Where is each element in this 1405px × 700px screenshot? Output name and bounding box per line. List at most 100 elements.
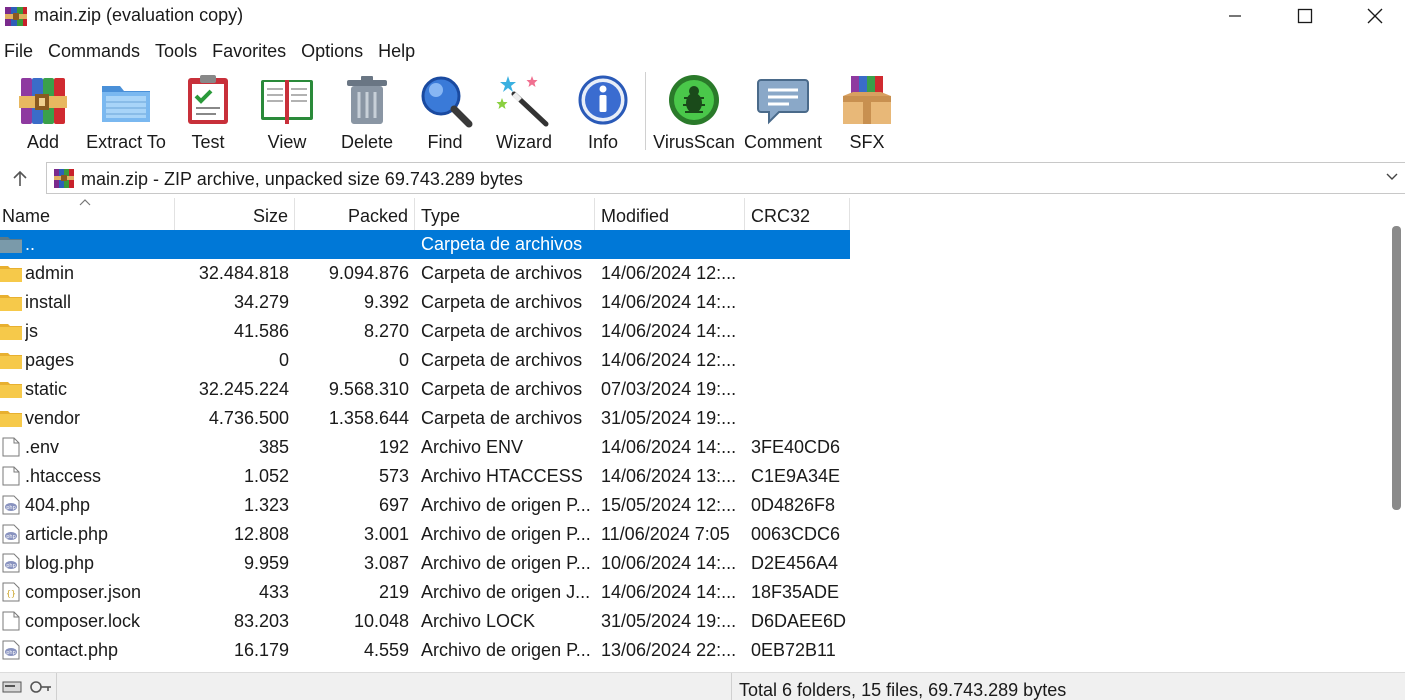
column-header-crc32[interactable]: CRC32 xyxy=(745,198,850,230)
file-size: 16.179 xyxy=(233,640,289,660)
column-header-modified[interactable]: Modified xyxy=(595,198,745,230)
window-title: main.zip (evaluation copy) xyxy=(34,5,244,25)
minimize-button[interactable] xyxy=(1200,0,1270,32)
file-crc32: C1E9A34E xyxy=(751,466,841,486)
json-file-icon: {} xyxy=(2,582,20,602)
column-header-packed[interactable]: Packed xyxy=(295,198,415,230)
extract-to-button[interactable]: Extract To xyxy=(86,72,166,154)
find-button[interactable]: Find xyxy=(416,72,474,154)
scrollbar-thumb[interactable] xyxy=(1392,226,1401,510)
column-header-row: Name Size Packed Type Modified CRC32 xyxy=(0,198,850,230)
file-type: Carpeta de archivos xyxy=(421,379,583,399)
menu-help[interactable]: Help xyxy=(374,38,426,66)
file-name: contact.php xyxy=(25,640,119,660)
find-magnifier-icon xyxy=(421,76,473,128)
view-button[interactable]: View xyxy=(256,72,318,154)
file-packed-size: 1.358.644 xyxy=(328,408,409,428)
address-bar[interactable]: main.zip - ZIP archive, unpacked size 69… xyxy=(46,162,1405,194)
file-name: blog.php xyxy=(25,553,95,573)
file-row[interactable]: .env 385 192 Archivo ENV 14/06/2024 14:... 3F… xyxy=(0,433,850,462)
menu-tools[interactable]: Tools xyxy=(151,38,208,66)
menu-bar: File Commands Tools Favorites Options He… xyxy=(0,38,426,66)
menu-options[interactable]: Options xyxy=(297,38,374,66)
column-header-type[interactable]: Type xyxy=(415,198,595,230)
file-type: Carpeta de archivos xyxy=(421,292,583,312)
file-row[interactable]: {} composer.json 433 219 Archivo de origen J… xyxy=(0,578,850,607)
file-row[interactable]: php 404.php 1.323 697 Archivo de origen P...… xyxy=(0,491,850,520)
wizard-label: Wizard xyxy=(495,132,552,152)
file-row[interactable]: static 32.245.224 9.568.310 Carpeta de arch… xyxy=(0,375,850,404)
address-row: main.zip - ZIP archive, unpacked size 69… xyxy=(0,160,1405,196)
add-button[interactable]: Add xyxy=(14,72,72,154)
delete-button[interactable]: Delete xyxy=(338,72,396,154)
arrow-up-icon xyxy=(13,170,27,186)
file-name: install xyxy=(25,292,72,312)
file-name: pages xyxy=(25,350,75,370)
file-size: 32.245.224 xyxy=(198,379,289,399)
archive-icon xyxy=(54,169,74,188)
view-book-icon xyxy=(261,80,313,124)
wizard-wand-icon xyxy=(496,76,549,127)
file-row[interactable]: vendor 4.736.500 1.358.644 Carpeta de archi… xyxy=(0,404,850,433)
file-type: Carpeta de archivos xyxy=(421,263,583,283)
file-name: 404.php xyxy=(25,495,91,515)
menu-commands[interactable]: Commands xyxy=(44,38,151,66)
file-modified: 14/06/2024 12:... xyxy=(601,263,737,283)
file-name: .env xyxy=(25,437,60,457)
file-packed-size: 3.001 xyxy=(363,524,409,544)
test-button[interactable]: Test xyxy=(182,72,234,154)
info-button[interactable]: Info xyxy=(576,72,630,154)
file-packed-size: 4.559 xyxy=(363,640,409,660)
file-list: Name Size Packed Type Modified CRC32 .. C… xyxy=(0,198,1390,668)
chevron-down-icon[interactable] xyxy=(1385,172,1399,182)
sfx-button[interactable]: SFX xyxy=(836,72,898,154)
file-name: composer.lock xyxy=(25,611,141,631)
file-packed-size: 0 xyxy=(398,350,409,370)
sfx-label: SFX xyxy=(849,132,885,152)
file-crc32: D6DAEE6D xyxy=(751,611,847,631)
extract-to-label: Extract To xyxy=(86,132,166,152)
maximize-button[interactable] xyxy=(1270,0,1340,32)
file-name: article.php xyxy=(25,524,109,544)
menu-favorites[interactable]: Favorites xyxy=(208,38,297,66)
file-modified: 15/05/2024 12:... xyxy=(601,495,737,515)
column-header-name[interactable]: Name xyxy=(0,198,175,230)
extract-folder-icon xyxy=(102,86,150,122)
file-crc32 xyxy=(751,259,847,288)
drive-key-icon[interactable] xyxy=(0,677,54,697)
file-icon xyxy=(2,437,20,457)
comment-button[interactable]: Comment xyxy=(742,72,824,154)
close-button[interactable] xyxy=(1340,0,1405,32)
file-row[interactable]: composer.lock 83.203 10.048 Archivo LOCK 31/… xyxy=(0,607,850,636)
file-row[interactable]: js 41.586 8.270 Carpeta de archivos 14/06/20… xyxy=(0,317,850,346)
file-type: Archivo de origen J... xyxy=(421,582,591,602)
file-size: 41.586 xyxy=(233,321,289,341)
file-packed-size: 8.270 xyxy=(363,321,409,341)
file-type: Archivo de origen P... xyxy=(421,553,591,573)
up-folder-button[interactable] xyxy=(6,164,34,192)
virusscan-button[interactable]: VirusScan xyxy=(653,72,735,154)
file-row[interactable]: php article.php 12.808 3.001 Archivo de orig… xyxy=(0,520,850,549)
file-modified xyxy=(601,230,741,259)
file-row[interactable]: admin 32.484.818 9.094.876 Carpeta de archi… xyxy=(0,259,850,288)
file-row[interactable]: .. Carpeta de archivos xyxy=(0,230,850,259)
maximize-icon xyxy=(1297,8,1313,24)
file-packed-size: 9.568.310 xyxy=(328,379,409,399)
menu-file[interactable]: File xyxy=(0,38,44,66)
file-row[interactable]: php contact.php 16.179 4.559 Archivo de orig… xyxy=(0,636,850,665)
file-type: Archivo de origen P... xyxy=(421,640,591,660)
file-row[interactable]: php blog.php 9.959 3.087 Archivo de origen P… xyxy=(0,549,850,578)
file-type: Archivo LOCK xyxy=(421,611,536,631)
file-row[interactable]: install 34.279 9.392 Carpeta de archivos 14/… xyxy=(0,288,850,317)
file-row[interactable]: .htaccess 1.052 573 Archivo HTACCESS 14/06/2… xyxy=(0,462,850,491)
php-file-icon: php xyxy=(2,524,20,544)
vertical-scrollbar[interactable] xyxy=(1389,198,1405,668)
file-modified: 11/06/2024 7:05 xyxy=(601,524,730,544)
file-modified: 14/06/2024 12:... xyxy=(601,350,737,370)
view-label: View xyxy=(267,132,307,152)
file-modified: 31/05/2024 19:... xyxy=(601,611,737,631)
comment-bubble-icon xyxy=(757,79,809,125)
file-row[interactable]: pages 0 0 Carpeta de archivos 14/06/2024 12:… xyxy=(0,346,850,375)
wizard-button[interactable]: Wizard xyxy=(493,72,555,154)
column-header-size[interactable]: Size xyxy=(175,198,295,230)
